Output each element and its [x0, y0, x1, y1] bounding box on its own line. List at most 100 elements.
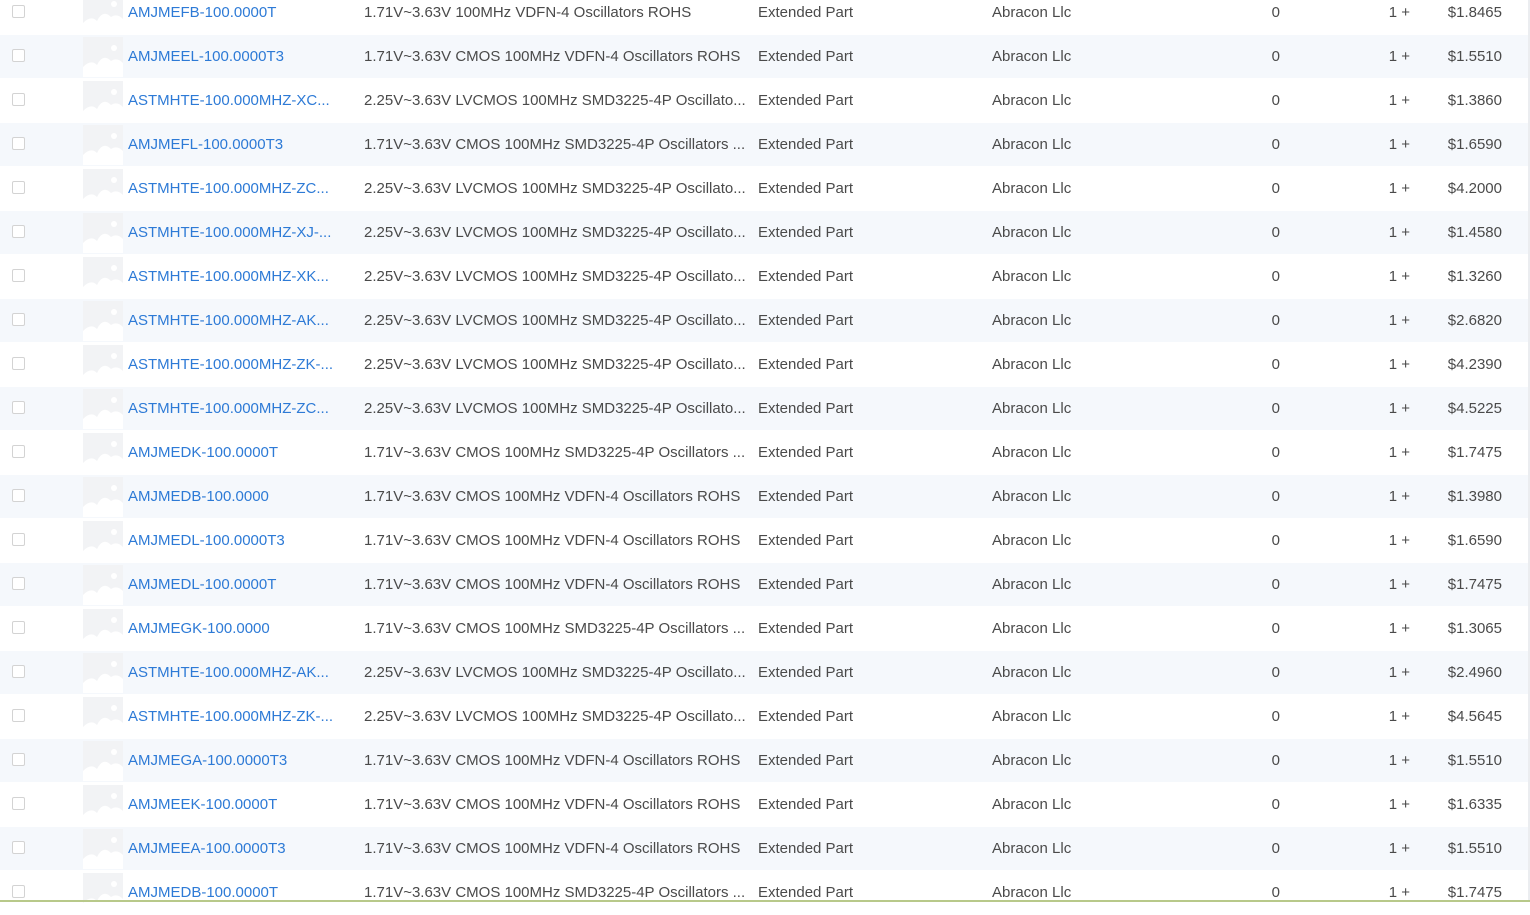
image-placeholder-icon[interactable] — [83, 345, 123, 385]
row-checkbox[interactable] — [12, 709, 25, 722]
row-checkbox[interactable] — [12, 577, 25, 590]
row-checkbox[interactable] — [12, 181, 25, 194]
part-type: Extended Part — [758, 92, 854, 109]
part-number-link[interactable]: AMJMEEK-100.0000T — [128, 783, 342, 827]
part-number-link[interactable]: AMJMEGA-100.0000T3 — [128, 739, 342, 783]
row-checkbox[interactable] — [12, 225, 25, 238]
image-placeholder-icon[interactable] — [83, 389, 123, 429]
image-placeholder-icon[interactable] — [83, 829, 123, 869]
part-number-link[interactable]: ASTMHTE-100.000MHZ-ZK-... — [128, 695, 342, 739]
part-description: 1.71V~3.63V CMOS 100MHz VDFN-4 Oscillato… — [364, 840, 741, 857]
table-row: AMJMEEL-100.0000T3 1.71V~3.63V CMOS 100MH… — [0, 35, 1530, 79]
image-placeholder-icon[interactable] — [83, 125, 123, 165]
part-number-link[interactable]: AMJMEEA-100.0000T3 — [128, 827, 342, 871]
part-number-link[interactable]: AMJMEDB-100.0000T — [128, 871, 342, 915]
min-quantity: 1 + — [1388, 400, 1410, 417]
unit-price: $4.2000 — [1447, 180, 1502, 197]
image-placeholder-icon[interactable] — [83, 433, 123, 473]
image-placeholder-icon[interactable] — [83, 477, 123, 517]
manufacturer: Abracon Llc — [992, 92, 1072, 109]
part-number-link[interactable]: ASTMHTE-100.000MHZ-AK... — [128, 299, 342, 343]
part-description: 1.71V~3.63V CMOS 100MHz VDFN-4 Oscillato… — [364, 752, 741, 769]
row-checkbox[interactable] — [12, 489, 25, 502]
min-quantity: 1 + — [1388, 4, 1410, 21]
row-checkbox[interactable] — [12, 797, 25, 810]
row-checkbox[interactable] — [12, 313, 25, 326]
part-type: Extended Part — [758, 400, 854, 417]
image-placeholder-icon[interactable] — [83, 301, 123, 341]
row-checkbox[interactable] — [12, 93, 25, 106]
row-checkbox[interactable] — [12, 137, 25, 150]
part-number-link[interactable]: ASTMHTE-100.000MHZ-XC... — [128, 79, 342, 123]
table-row: AMJMEDL-100.0000T 1.71V~3.63V CMOS 100MHz… — [0, 563, 1530, 607]
stock-count: 0 — [1271, 48, 1280, 65]
image-placeholder-icon[interactable] — [83, 741, 123, 781]
row-checkbox[interactable] — [12, 885, 25, 898]
image-placeholder-icon[interactable] — [83, 0, 123, 33]
image-placeholder-icon[interactable] — [83, 873, 123, 913]
image-placeholder-icon[interactable] — [83, 257, 123, 297]
row-checkbox[interactable] — [12, 49, 25, 62]
part-number-link[interactable]: ASTMHTE-100.000MHZ-XK... — [128, 255, 342, 299]
image-placeholder-icon[interactable] — [83, 609, 123, 649]
unit-price: $1.7475 — [1447, 444, 1502, 461]
part-number-link[interactable]: ASTMHTE-100.000MHZ-ZK-... — [128, 343, 342, 387]
row-checkbox[interactable] — [12, 533, 25, 546]
image-placeholder-icon[interactable] — [83, 521, 123, 561]
part-number-link[interactable]: AMJMEEL-100.0000T3 — [128, 35, 342, 79]
min-quantity: 1 + — [1388, 576, 1410, 593]
table-row: ASTMHTE-100.000MHZ-AK... 2.25V~3.63V LVCM… — [0, 651, 1530, 695]
unit-price: $1.7475 — [1447, 576, 1502, 593]
image-placeholder-icon[interactable] — [83, 169, 123, 209]
image-placeholder-icon[interactable] — [83, 653, 123, 693]
image-placeholder-icon[interactable] — [83, 37, 123, 77]
row-checkbox[interactable] — [12, 621, 25, 634]
part-description: 2.25V~3.63V LVCMOS 100MHz SMD3225-4P Osc… — [364, 224, 746, 241]
part-number-link[interactable]: ASTMHTE-100.000MHZ-ZC... — [128, 167, 342, 211]
row-checkbox[interactable] — [12, 841, 25, 854]
row-checkbox[interactable] — [12, 401, 25, 414]
part-number-link[interactable]: AMJMEDL-100.0000T3 — [128, 519, 342, 563]
min-quantity: 1 + — [1388, 48, 1410, 65]
image-placeholder-icon[interactable] — [83, 213, 123, 253]
table-row: ASTMHTE-100.000MHZ-XJ-... 2.25V~3.63V LVC… — [0, 211, 1530, 255]
part-type: Extended Part — [758, 4, 854, 21]
min-quantity: 1 + — [1388, 664, 1410, 681]
table-row: AMJMEDL-100.0000T3 1.71V~3.63V CMOS 100MH… — [0, 519, 1530, 563]
stock-count: 0 — [1271, 268, 1280, 285]
part-number-link[interactable]: AMJMEFB-100.0000T — [128, 0, 342, 35]
manufacturer: Abracon Llc — [992, 268, 1072, 285]
part-number-link[interactable]: ASTMHTE-100.000MHZ-AK... — [128, 651, 342, 695]
image-placeholder-icon[interactable] — [83, 81, 123, 121]
part-type: Extended Part — [758, 488, 854, 505]
unit-price: $4.2390 — [1447, 356, 1502, 373]
part-number-link[interactable]: ASTMHTE-100.000MHZ-ZC... — [128, 387, 342, 431]
min-quantity: 1 + — [1388, 180, 1410, 197]
row-checkbox[interactable] — [12, 5, 25, 18]
row-checkbox[interactable] — [12, 269, 25, 282]
part-number-link[interactable]: AMJMEDL-100.0000T — [128, 563, 342, 607]
manufacturer: Abracon Llc — [992, 356, 1072, 373]
image-placeholder-icon[interactable] — [83, 785, 123, 825]
row-checkbox[interactable] — [12, 665, 25, 678]
table-row: AMJMEDB-100.0000T 1.71V~3.63V CMOS 100MHz… — [0, 871, 1530, 915]
part-number-link[interactable]: AMJMEDK-100.0000T — [128, 431, 342, 475]
part-number-link[interactable]: ASTMHTE-100.000MHZ-XJ-... — [128, 211, 342, 255]
min-quantity: 1 + — [1388, 136, 1410, 153]
part-number-link[interactable]: AMJMEDB-100.0000 — [128, 475, 342, 519]
manufacturer: Abracon Llc — [992, 840, 1072, 857]
part-type: Extended Part — [758, 48, 854, 65]
image-placeholder-icon[interactable] — [83, 565, 123, 605]
stock-count: 0 — [1271, 840, 1280, 857]
row-checkbox[interactable] — [12, 753, 25, 766]
min-quantity: 1 + — [1388, 620, 1410, 637]
part-number-link[interactable]: AMJMEGK-100.0000 — [128, 607, 342, 651]
part-description: 2.25V~3.63V LVCMOS 100MHz SMD3225-4P Osc… — [364, 180, 746, 197]
part-description: 1.71V~3.63V CMOS 100MHz VDFN-4 Oscillato… — [364, 488, 741, 505]
row-checkbox[interactable] — [12, 445, 25, 458]
part-number-link[interactable]: AMJMEFL-100.0000T3 — [128, 123, 342, 167]
unit-price: $2.6820 — [1447, 312, 1502, 329]
manufacturer: Abracon Llc — [992, 796, 1072, 813]
image-placeholder-icon[interactable] — [83, 697, 123, 737]
row-checkbox[interactable] — [12, 357, 25, 370]
